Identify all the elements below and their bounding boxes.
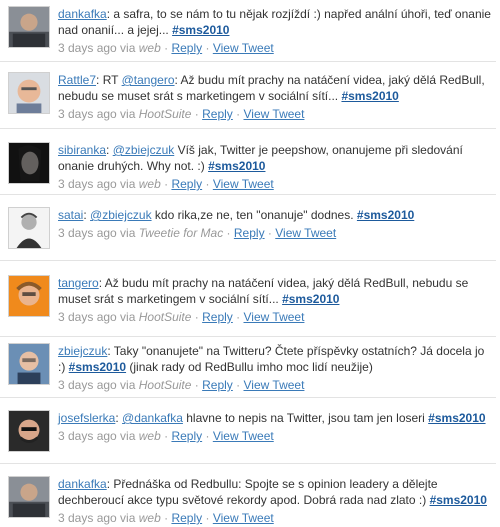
tweet-text: : RT: [96, 73, 122, 87]
user-link[interactable]: Rattle7: [58, 73, 96, 87]
tweet-item: sibiranka: @zbiejczuk Víš jak, Twitter j…: [0, 129, 496, 195]
tweet-content: sibiranka: @zbiejczuk Víš jak, Twitter j…: [58, 143, 463, 191]
mention-link[interactable]: @zbiejczuk: [113, 143, 175, 157]
view-tweet-link[interactable]: View Tweet: [244, 378, 305, 392]
mention-link[interactable]: @zbiejczuk: [90, 208, 152, 222]
tweet-text: : a safra, to se nám to tu nějak rozjížd…: [58, 7, 491, 37]
hashtag-link[interactable]: #sms2010: [69, 360, 126, 374]
tweet-source: HootSuite: [138, 310, 192, 324]
tweet-content: dankafka: Přednáška od Redbullu: Spojte …: [58, 477, 487, 525]
tweet-content: josefslerka: @dankafka hlavne to nepis n…: [58, 411, 486, 443]
avatar[interactable]: [8, 476, 50, 518]
user-link[interactable]: dankafka: [58, 7, 107, 21]
tweet-text: (jinak rady od RedBullu imho moc lidí ne…: [126, 360, 373, 374]
tweet-item: satai: @zbiejczuk kdo rika,ze ne, ten "o…: [0, 195, 496, 261]
tweet-item: Rattle7: RT @tangero: Až budu mít prachy…: [0, 62, 496, 129]
avatar[interactable]: [8, 207, 50, 249]
reply-link[interactable]: Reply: [171, 41, 202, 55]
user-link[interactable]: zbiejczuk: [58, 344, 107, 358]
view-tweet-link[interactable]: View Tweet: [244, 107, 305, 121]
timestamp: 3 days ago via: [58, 41, 136, 55]
tweet-source: web: [138, 429, 161, 443]
hashtag-link[interactable]: #sms2010: [208, 159, 265, 173]
tweet-item: dankafka: Přednáška od Redbullu: Spojte …: [0, 464, 496, 527]
mention-link[interactable]: @dankafka: [122, 411, 183, 425]
view-tweet-link[interactable]: View Tweet: [213, 177, 274, 191]
user-link[interactable]: josefslerka: [58, 411, 115, 425]
tweet-source: HootSuite: [138, 378, 192, 392]
avatar[interactable]: [8, 410, 50, 452]
tweet-content: zbiejczuk: Taky "onanujete" na Twitteru?…: [58, 344, 485, 392]
avatar[interactable]: [8, 6, 50, 48]
hashtag-link[interactable]: #sms2010: [357, 208, 414, 222]
tweet-source: web: [138, 41, 161, 55]
user-link[interactable]: sibiranka: [58, 143, 106, 157]
hashtag-link[interactable]: #sms2010: [282, 292, 339, 306]
hashtag-link[interactable]: #sms2010: [430, 493, 487, 507]
user-link[interactable]: tangero: [58, 276, 99, 290]
tweet-source: web: [138, 177, 161, 191]
timestamp: 3 days ago via: [58, 310, 136, 324]
reply-link[interactable]: Reply: [202, 310, 233, 324]
tweet-text: : Přednáška od Redbullu: Spojte se s opi…: [58, 477, 438, 507]
timestamp: 3 days ago via: [58, 511, 136, 525]
tweet-text: : Až budu mít prachy na natáčení videa, …: [58, 276, 469, 306]
tweet-source: Tweetie for Mac: [138, 226, 224, 240]
reply-link[interactable]: Reply: [171, 429, 202, 443]
user-link[interactable]: dankafka: [58, 477, 107, 491]
view-tweet-link[interactable]: View Tweet: [244, 310, 305, 324]
reply-link[interactable]: Reply: [202, 107, 233, 121]
tweet-text: :: [106, 143, 113, 157]
user-link[interactable]: satai: [58, 208, 83, 222]
view-tweet-link[interactable]: View Tweet: [213, 41, 274, 55]
view-tweet-link[interactable]: View Tweet: [275, 226, 336, 240]
tweet-content: dankafka: a safra, to se nám to tu nějak…: [58, 7, 491, 55]
tweet-source: HootSuite: [138, 107, 192, 121]
avatar[interactable]: [8, 142, 50, 184]
tweet-item: josefslerka: @dankafka hlavne to nepis n…: [0, 398, 496, 464]
tweet-item: tangero: Až budu mít prachy na natáčení …: [0, 261, 496, 337]
avatar[interactable]: [8, 72, 50, 114]
tweet-text: kdo rika,ze ne, ten "onanuje" dodnes.: [151, 208, 357, 222]
timestamp: 3 days ago via: [58, 429, 136, 443]
tweet-content: tangero: Až budu mít prachy na natáčení …: [58, 276, 469, 324]
avatar[interactable]: [8, 275, 50, 317]
hashtag-link[interactable]: #sms2010: [172, 23, 229, 37]
hashtag-link[interactable]: #sms2010: [428, 411, 485, 425]
reply-link[interactable]: Reply: [171, 511, 202, 525]
avatar[interactable]: [8, 343, 50, 385]
view-tweet-link[interactable]: View Tweet: [213, 429, 274, 443]
timestamp: 3 days ago via: [58, 378, 136, 392]
reply-link[interactable]: Reply: [171, 177, 202, 191]
tweet-item: zbiejczuk: Taky "onanujete" na Twitteru?…: [0, 337, 496, 398]
hashtag-link[interactable]: #sms2010: [341, 89, 398, 103]
view-tweet-link[interactable]: View Tweet: [213, 511, 274, 525]
timestamp: 3 days ago via: [58, 107, 136, 121]
mention-link[interactable]: @tangero: [122, 73, 175, 87]
timestamp: 3 days ago via: [58, 226, 136, 240]
tweet-feed: dankafka: a safra, to se nám to tu nějak…: [0, 0, 500, 527]
tweet-source: web: [138, 511, 161, 525]
tweet-text: hlavne to nepis na Twitter, jsou tam jen…: [182, 411, 429, 425]
timestamp: 3 days ago via: [58, 177, 136, 191]
tweet-item: dankafka: a safra, to se nám to tu nějak…: [0, 0, 496, 62]
tweet-content: Rattle7: RT @tangero: Až budu mít prachy…: [58, 73, 485, 121]
reply-link[interactable]: Reply: [234, 226, 265, 240]
reply-link[interactable]: Reply: [202, 378, 233, 392]
tweet-content: satai: @zbiejczuk kdo rika,ze ne, ten "o…: [58, 208, 415, 240]
